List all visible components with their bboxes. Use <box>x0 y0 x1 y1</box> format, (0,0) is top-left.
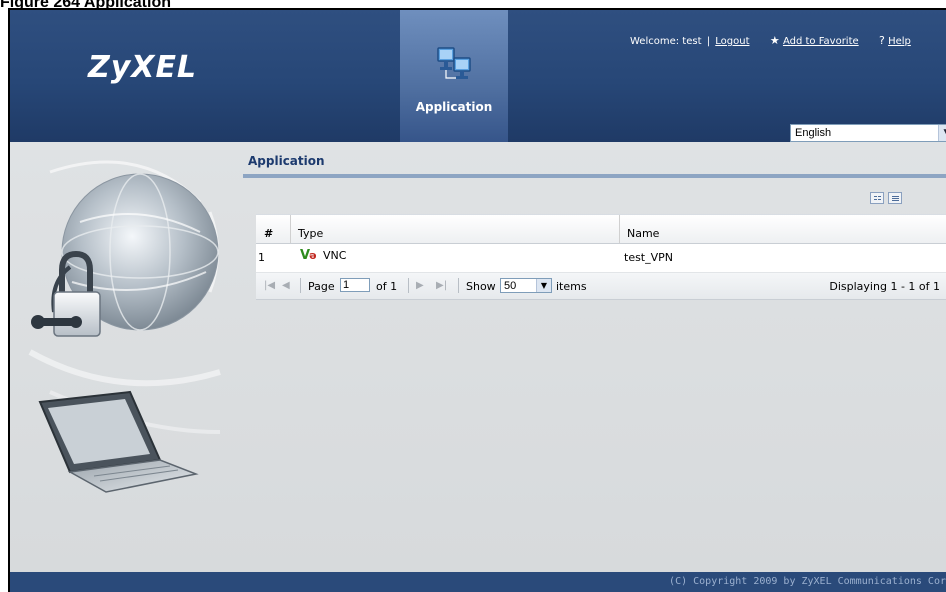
displaying-count: Displaying 1 - 1 of 1 <box>829 280 940 293</box>
page-count-label: of 1 <box>376 280 398 293</box>
items-label: items <box>556 280 587 293</box>
security-illustration <box>28 160 221 493</box>
zyxel-logo: ZyXEL <box>88 50 198 85</box>
row-number: 1 <box>258 251 265 264</box>
table-row[interactable]: 1 Və VNC test_VPN <box>256 244 946 273</box>
welcome-separator: | <box>706 36 711 47</box>
add-favorite-icon: ★ <box>769 34 780 47</box>
column-header-number[interactable]: # <box>256 215 291 243</box>
vnc-icon: Və <box>300 248 317 263</box>
row-type-label: VNC <box>323 249 347 262</box>
tab-application-label: Application <box>415 100 493 114</box>
copyright-text: (C) Copyright 2009 by ZyXEL Communicatio… <box>669 576 946 587</box>
page-title: Application <box>248 154 325 168</box>
language-value: English <box>795 127 832 139</box>
column-header-type[interactable]: Type <box>291 215 620 243</box>
help-icon: ? <box>879 34 885 47</box>
column-header-name[interactable]: Name <box>620 215 946 243</box>
page-size-select[interactable]: 50 ▼ <box>500 278 552 293</box>
pagination-bar: |◀ ◀ Page 1 of 1 ▶ ▶| Show 50 ▼ items Di… <box>256 273 946 300</box>
language-select[interactable]: English ▼ <box>790 124 946 142</box>
tab-application[interactable]: Application <box>400 10 508 142</box>
row-name: test_VPN <box>624 251 674 264</box>
chevron-down-icon[interactable]: ▼ <box>536 279 551 292</box>
top-links: Welcome: test | Logout ★ Add to Favorite… <box>630 34 946 47</box>
first-page-icon[interactable]: |◀ <box>264 280 275 291</box>
logout-link[interactable]: Logout <box>715 36 749 47</box>
title-underline <box>243 174 946 178</box>
welcome-text: Welcome: test <box>630 36 702 47</box>
figure-caption: Figure 264 Application <box>0 0 171 8</box>
application-icon <box>437 47 471 79</box>
header-bar: ZyXEL Application Welcome: test | Logout… <box>10 10 946 142</box>
page-size-value: 50 <box>504 280 517 292</box>
table-header: # Type Name <box>256 214 946 244</box>
page-label: Page <box>308 280 335 293</box>
application-table: # Type Name 1 Və VNC test_VPN |◀ ◀ Page … <box>256 214 946 300</box>
add-favorite-link[interactable]: Add to Favorite <box>783 36 859 47</box>
chevron-down-icon[interactable]: ▼ <box>938 125 946 141</box>
content-area: Application # Type Name 1 Və VNC test_VP… <box>10 142 946 572</box>
prev-page-icon[interactable]: ◀ <box>282 280 290 291</box>
grid-view-icon[interactable] <box>870 192 884 204</box>
page-number-input[interactable]: 1 <box>340 278 370 292</box>
footer-bar: (C) Copyright 2009 by ZyXEL Communicatio… <box>10 572 946 592</box>
list-view-icon[interactable] <box>888 192 902 204</box>
row-type: Və VNC <box>300 248 346 263</box>
show-label: Show <box>466 280 496 293</box>
next-page-icon[interactable]: ▶ <box>416 280 424 291</box>
last-page-icon[interactable]: ▶| <box>436 280 447 291</box>
help-link[interactable]: Help <box>888 36 911 47</box>
